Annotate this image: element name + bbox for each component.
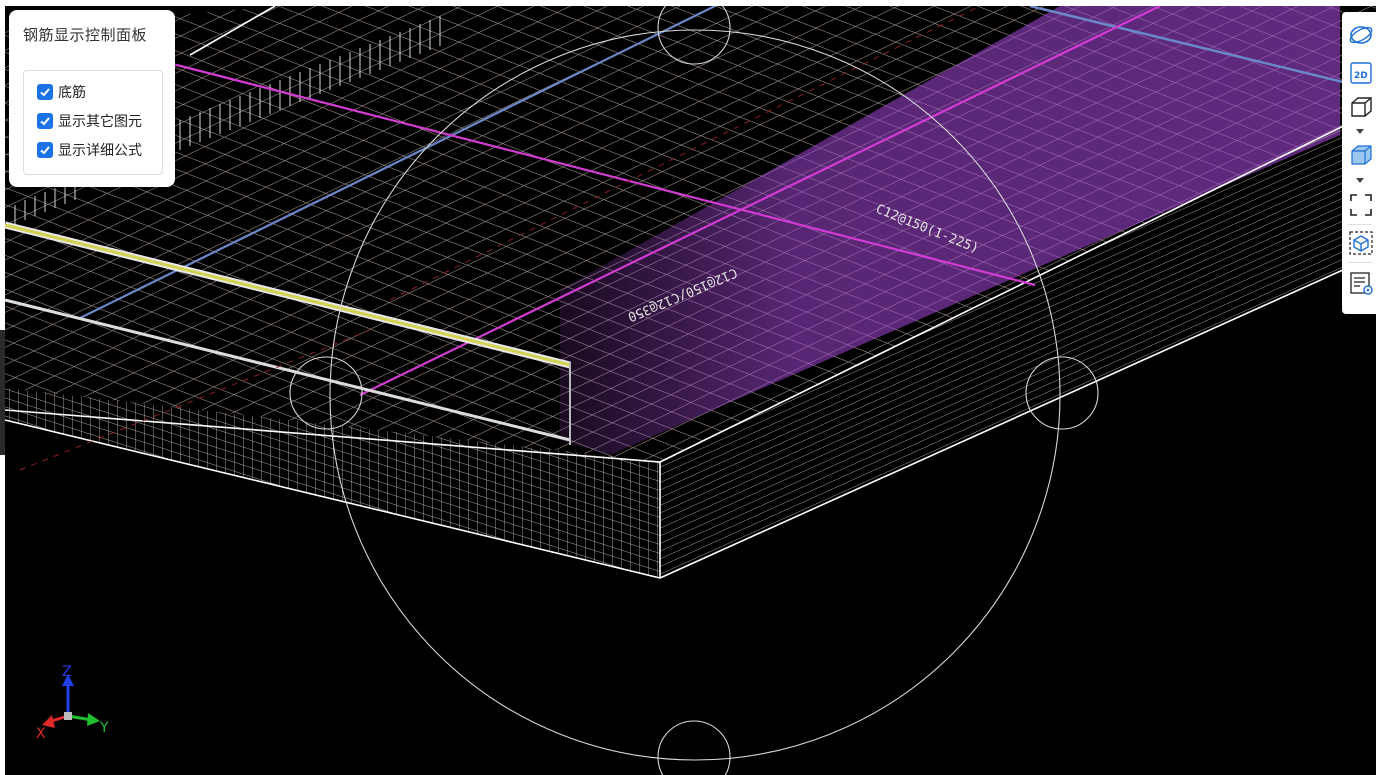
option-label: 显示详细公式 (58, 143, 142, 159)
view-3d-wire-icon[interactable] (1348, 94, 1374, 120)
view-3d-solid-icon[interactable] (1348, 142, 1374, 168)
orbit-icon[interactable] (1348, 22, 1374, 48)
rebar-display-control-panel: 钢筋显示控制面板 底筋 显示其它图元 显示详细公式 (9, 10, 175, 187)
3d-viewport[interactable]: C12@150(1-225) C12@150/C12@350 (0, 0, 1376, 775)
fit-view-icon[interactable] (1348, 192, 1374, 218)
option-show-detailed-formula[interactable]: 显示详细公式 (37, 140, 142, 160)
element-view-icon[interactable] (1348, 230, 1374, 256)
axis-x-label: X (36, 726, 46, 742)
view-toolbar: 2D (1342, 12, 1376, 314)
top-border (0, 0, 1376, 6)
option-show-other-elements[interactable]: 显示其它图元 (37, 111, 142, 131)
view-2d-icon[interactable]: 2D (1348, 60, 1374, 86)
panel-title: 钢筋显示控制面板 (23, 26, 148, 44)
left-edge-marker (0, 330, 5, 455)
chevron-down-icon[interactable] (1356, 129, 1364, 134)
option-label: 底筋 (58, 85, 86, 101)
chevron-down-icon[interactable] (1356, 178, 1364, 183)
axis-z-label: Z (62, 664, 72, 680)
axis-y-label: Y (99, 720, 109, 736)
checkbox-bottom-rebar[interactable] (37, 84, 53, 100)
option-label: 显示其它图元 (58, 114, 142, 130)
formula-list-icon[interactable] (1348, 270, 1374, 296)
view-2d-label: 2D (1354, 71, 1368, 81)
option-bottom-rebar[interactable]: 底筋 (37, 82, 86, 102)
checkbox-show-detailed-formula[interactable] (37, 142, 53, 158)
axis-gizmo: Z Y X (36, 664, 109, 742)
panel-options-group: 底筋 显示其它图元 显示详细公式 (23, 70, 163, 175)
checkbox-show-other-elements[interactable] (37, 113, 53, 129)
